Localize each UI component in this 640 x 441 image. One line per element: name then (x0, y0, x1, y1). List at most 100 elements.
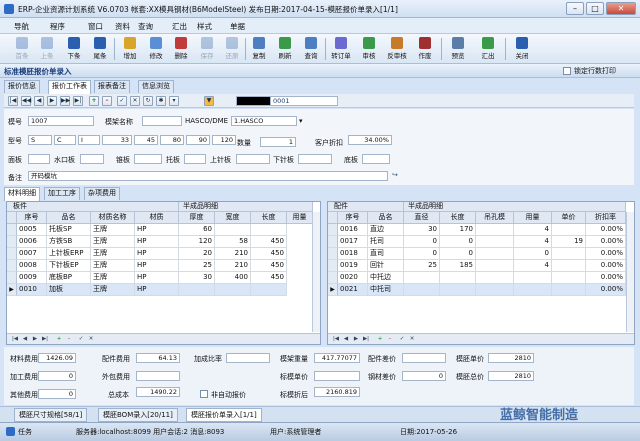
parts-row-cell[interactable]: 4 (514, 224, 552, 236)
plate-row-cell[interactable]: 王牌 (91, 260, 135, 272)
parts-row-cell[interactable]: 0.00% (586, 272, 626, 284)
doc-tab-mold-bom[interactable]: 模胚BOM录入[20/11] (98, 408, 178, 422)
col-width[interactable]: 宽度 (215, 212, 251, 224)
grid-remove-icon[interactable]: – (65, 335, 73, 343)
parts-row-cell[interactable]: 0 (404, 248, 440, 260)
maximize-button[interactable]: □ (586, 2, 604, 15)
parts-row-cell[interactable] (514, 284, 552, 296)
col-length-r[interactable]: 长度 (440, 212, 476, 224)
parts-row-cell[interactable] (476, 224, 514, 236)
plate-row-cell[interactable]: HP (135, 284, 179, 296)
parts-row-cell[interactable]: 0.00% (586, 224, 626, 236)
parts-row-cell[interactable]: 0019 (338, 260, 368, 272)
query-button[interactable]: 查询 (299, 36, 323, 62)
parts-row-cell[interactable]: 直边 (368, 224, 404, 236)
export-button[interactable]: 汇出 (476, 36, 500, 62)
plate-row-cell[interactable]: 210 (215, 248, 251, 260)
plate-row-cell[interactable]: 450 (251, 236, 287, 248)
nav-post-button[interactable]: ✓ (117, 96, 127, 106)
plate-row-cell[interactable]: 王牌 (91, 224, 135, 236)
parts-row-cell[interactable]: 25 (404, 260, 440, 272)
std-unit-price-value[interactable] (314, 371, 360, 381)
refresh-button[interactable]: 刷新 (273, 36, 297, 62)
unapprove-button[interactable]: 反审核 (385, 36, 409, 62)
material-cost-value[interactable]: 1426.09 (38, 353, 76, 363)
nav-delete-button[interactable]: – (102, 96, 112, 106)
col-discount[interactable]: 折扣率 (586, 212, 626, 224)
record-number[interactable]: 0001 (270, 96, 338, 106)
doc-tab-mold-quote[interactable]: 模胚报价单录入[1/1] (186, 408, 262, 422)
parts-row-cell[interactable]: 直司 (368, 248, 404, 260)
menu-window[interactable]: 窗口 (88, 21, 103, 32)
row-indicator[interactable] (7, 236, 17, 248)
plate-row-cell[interactable]: HP (135, 236, 179, 248)
parts-row-cell[interactable]: 0017 (338, 236, 368, 248)
prev-record-button[interactable]: 上条 (35, 36, 59, 62)
grid-next-icon[interactable]: ▶ (352, 335, 360, 343)
parts-row-cell[interactable]: 170 (440, 224, 476, 236)
parts-row-cell[interactable] (552, 224, 586, 236)
upper-needle-input[interactable] (236, 154, 270, 164)
plate-row-cell[interactable]: 30 (179, 272, 215, 284)
grid-check-icon[interactable]: ✓ (398, 335, 406, 343)
plate-row-cell[interactable]: 加板 (47, 284, 91, 296)
menu-data[interactable]: 资料 (115, 21, 130, 32)
frame-total-value[interactable]: 2810 (488, 371, 534, 381)
lower-needle-input[interactable] (298, 154, 332, 164)
row-indicator[interactable] (328, 260, 338, 272)
parts-row-cell[interactable] (514, 272, 552, 284)
row-indicator[interactable] (7, 272, 17, 284)
plate-row-cell[interactable]: 60 (179, 224, 215, 236)
parts-grid-scrollbar[interactable] (626, 212, 634, 332)
bottom-plate-input[interactable] (362, 154, 390, 164)
plate-row-cell[interactable]: 0008 (17, 260, 47, 272)
customer-discount-input[interactable]: 34.00% (348, 135, 392, 145)
row-indicator[interactable] (328, 248, 338, 260)
save-button[interactable]: 保存 (195, 36, 219, 62)
approve-button[interactable]: 审核 (357, 36, 381, 62)
type-input-3[interactable]: I (78, 135, 100, 145)
non-auto-quote-checkbox[interactable] (200, 390, 208, 400)
close-window-button[interactable]: 关闭 (510, 36, 534, 62)
col-diameter[interactable]: 直径 (404, 212, 440, 224)
parts-row-cell[interactable]: 中托边 (368, 272, 404, 284)
plate-row-cell[interactable]: 王牌 (91, 284, 135, 296)
panel-input[interactable] (28, 154, 50, 164)
type-input-6[interactable]: 80 (160, 135, 184, 145)
row-indicator[interactable] (7, 224, 17, 236)
plate-row-cell[interactable]: HP (135, 224, 179, 236)
nav-asterisk-button[interactable]: ✱ (156, 96, 166, 106)
col-thickness[interactable]: 厚度 (179, 212, 215, 224)
parts-row-cell[interactable] (552, 260, 586, 272)
grid-first-icon[interactable]: |◀ (332, 335, 340, 343)
minimize-button[interactable]: – (566, 2, 584, 15)
nav-flag-button[interactable]: ▼ (204, 96, 214, 106)
col-lift-hole[interactable]: 吊孔模 (476, 212, 514, 224)
row-indicator[interactable]: ▶ (328, 284, 338, 296)
plate-row-cell[interactable]: 0009 (17, 272, 47, 284)
preview-button[interactable]: 预览 (446, 36, 470, 62)
parts-row-cell[interactable]: 185 (440, 260, 476, 272)
plate-row-cell[interactable]: 王牌 (91, 272, 135, 284)
mold-no-input[interactable]: 1007 (28, 116, 94, 126)
edit-button[interactable]: 修改 (144, 36, 168, 62)
row-indicator[interactable] (328, 236, 338, 248)
grid-add-icon[interactable]: + (55, 335, 63, 343)
col-material-name[interactable]: 材质名称 (91, 212, 135, 224)
plate-row-cell[interactable]: 400 (215, 272, 251, 284)
support-input[interactable] (184, 154, 206, 164)
plate-row-cell[interactable]: 210 (215, 260, 251, 272)
nav-first-button[interactable]: |◀ (8, 96, 18, 106)
plate-row-cell[interactable]: 120 (179, 236, 215, 248)
plate-row-cell[interactable]: 0006 (17, 236, 47, 248)
col-seq[interactable]: 序号 (17, 212, 47, 224)
row-indicator[interactable]: ▶ (7, 284, 17, 296)
plate-row-cell[interactable]: 上针板ERP (47, 248, 91, 260)
last-record-button[interactable]: 尾条 (88, 36, 112, 62)
parts-row-cell[interactable] (552, 272, 586, 284)
parts-row-cell[interactable]: 0 (440, 236, 476, 248)
total-cost-value[interactable]: 1490.22 (136, 387, 180, 397)
parts-row-cell[interactable]: 0016 (338, 224, 368, 236)
type-input-7[interactable]: 90 (186, 135, 210, 145)
parts-row-cell[interactable] (476, 236, 514, 248)
